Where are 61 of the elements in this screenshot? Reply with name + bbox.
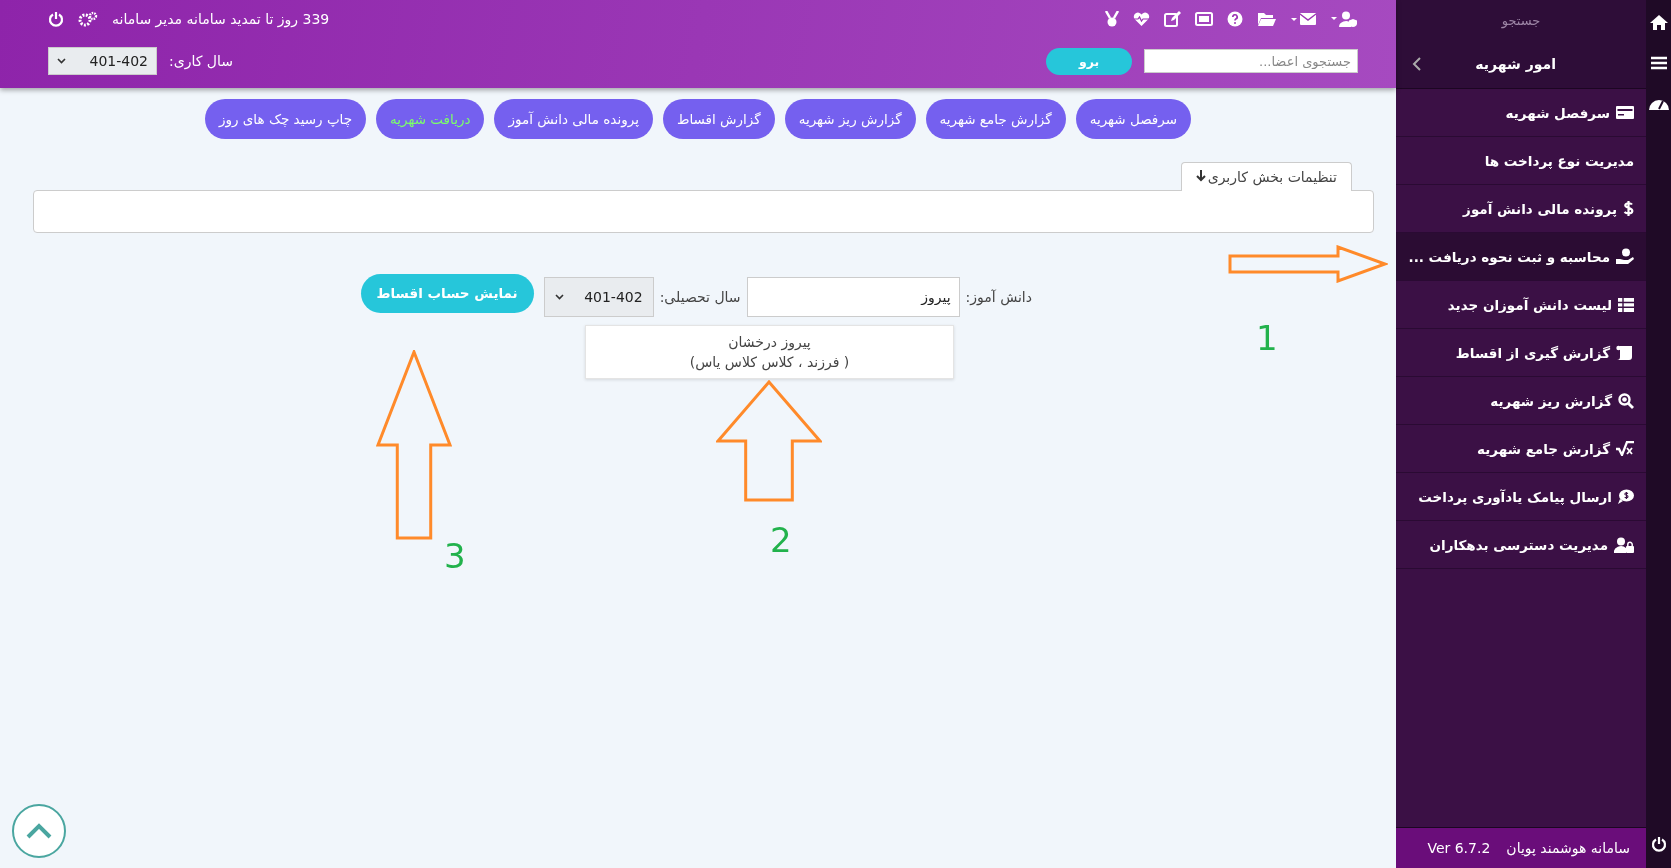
home-icon[interactable] <box>1649 14 1668 30</box>
heartbeat-icon[interactable] <box>1133 11 1150 27</box>
power-icon[interactable] <box>48 11 64 27</box>
chat-bubble-icon <box>1618 489 1634 504</box>
square-root-icon <box>1616 441 1634 456</box>
renewal-notice: 339 روز تا تمدید سامانه مدیر سامانه <box>112 11 330 27</box>
user-shield-icon[interactable] <box>1330 11 1358 27</box>
medal-icon[interactable] <box>1105 11 1119 27</box>
arrow-icon <box>376 350 452 540</box>
sidebar-item[interactable]: لیست دانش آموزان جدید <box>1396 281 1646 329</box>
nav-button[interactable]: دریافت شهریه <box>376 99 485 139</box>
sidebar-section[interactable]: امور شهریه <box>1396 40 1646 89</box>
nav-button[interactable]: گزارش جامع شهریه <box>925 99 1066 139</box>
nav-button[interactable]: گزارش ریز شهریه <box>784 99 916 139</box>
student-field[interactable]: پیروز <box>746 277 960 317</box>
arrow-icon <box>716 380 822 502</box>
nav-button[interactable]: پرونده مالی دانش آموز <box>494 99 653 139</box>
power-icon[interactable] <box>1650 836 1667 852</box>
dollar-icon <box>1623 200 1634 217</box>
ticket-icon[interactable] <box>1195 12 1213 26</box>
chevron-left-icon <box>1412 56 1422 72</box>
envelope-icon[interactable] <box>1290 12 1316 26</box>
school-year-select[interactable]: 401-402 <box>543 277 654 317</box>
sidebar-item[interactable]: گزارش گیری از اقساط <box>1396 329 1646 377</box>
sidebar-item[interactable]: محاسبه و ثبت نحوه دریافت ... <box>1396 233 1646 281</box>
sidebar-item[interactable]: سرفصل شهریه <box>1396 89 1646 137</box>
caret-icon <box>554 294 564 300</box>
year-select[interactable]: 401-402 <box>48 47 157 75</box>
arrow-down-icon <box>1195 170 1206 182</box>
caret-icon <box>57 58 66 64</box>
arrow-icon <box>1228 245 1388 283</box>
gears-icon[interactable] <box>78 11 98 27</box>
search-icon <box>1618 392 1634 409</box>
app-title: سامانه هوشمند پویان <box>1506 840 1630 856</box>
user-lock-icon <box>1614 536 1634 553</box>
school-year-label: سال تحصیلی: <box>659 289 741 305</box>
year-label: سال کاری: <box>169 53 233 69</box>
help-icon[interactable] <box>1227 11 1243 27</box>
nav-button[interactable]: چاپ رسید چک های روز <box>204 99 367 139</box>
annotation-number: 3 <box>444 536 466 576</box>
sidebar-item[interactable]: مدیریت دسترسی بدهکاران <box>1396 521 1646 569</box>
menu-icon[interactable] <box>1650 56 1667 70</box>
search-field[interactable]: جستجوی اعضا... <box>1144 49 1358 73</box>
annotation-number: 1 <box>1256 318 1278 358</box>
table-icon <box>1618 297 1634 312</box>
version-label: Ver 6.7.2 <box>1427 840 1491 856</box>
sidebar-search[interactable]: جستجو <box>1396 0 1646 40</box>
edit-icon[interactable] <box>1164 11 1181 27</box>
card-icon <box>1616 106 1634 119</box>
nav-button[interactable]: گزارش اقساط <box>662 99 775 139</box>
annotation-number: 2 <box>770 520 792 560</box>
folder-icon[interactable] <box>1257 12 1276 26</box>
chevron-up-icon <box>25 823 53 839</box>
scroll-icon <box>1616 345 1634 360</box>
hand-coin-icon <box>1616 248 1634 265</box>
settings-tab[interactable]: تنظیمات بخش کاربری <box>1180 162 1352 191</box>
student-label: دانش آموز: <box>965 289 1032 305</box>
scroll-top-button[interactable] <box>12 804 66 858</box>
nav-button[interactable]: سرفصل شهریه <box>1075 99 1192 139</box>
suggestion-name[interactable]: پیروز درخشان <box>728 334 811 350</box>
suggestion-detail: ( فرزند ، کلاس کلاس یاس) <box>689 354 850 370</box>
